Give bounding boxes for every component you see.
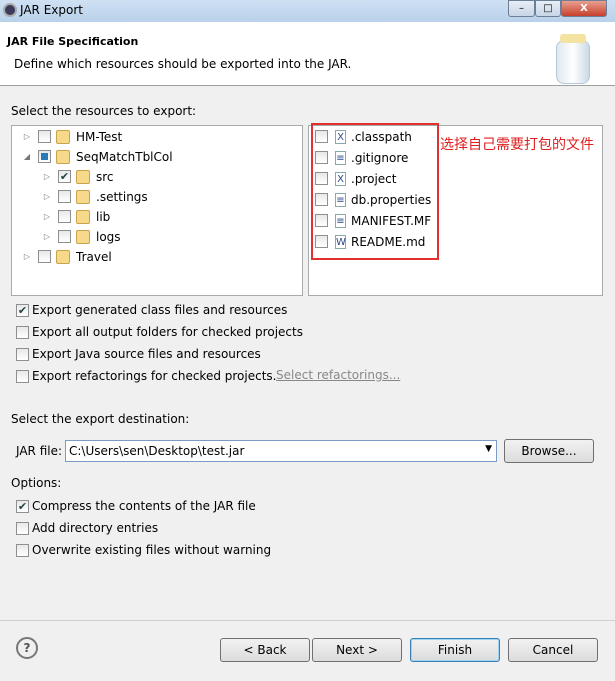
tree-item-checkbox[interactable]: ✔ [58, 170, 71, 183]
collapsed-arrow-icon[interactable]: ▷ [40, 170, 54, 184]
options-label: Options: [11, 476, 62, 490]
collapsed-arrow-icon[interactable]: ▷ [40, 210, 54, 224]
project-folder-icon [56, 150, 70, 164]
export-option-checkbox[interactable] [16, 348, 29, 361]
maximize-button[interactable]: □ [535, 0, 561, 17]
export-option-checkbox[interactable] [16, 370, 29, 383]
collapsed-arrow-icon[interactable]: ▷ [40, 230, 54, 244]
export-option-label: Export generated class files and resourc… [32, 303, 288, 317]
export-option-label: Export Java source files and resources [32, 347, 261, 361]
tree-item-checkbox[interactable] [38, 150, 51, 163]
tree-item-label: Travel [76, 250, 112, 264]
project-folder-icon [56, 250, 70, 264]
back-button[interactable]: < Back [220, 638, 310, 662]
tree-item-label: lib [96, 210, 111, 224]
wizard-header: JAR File Specification Define which reso… [0, 22, 615, 86]
chevron-down-icon[interactable]: ▼ [485, 444, 492, 454]
folder-icon [76, 230, 90, 244]
footer-separator [0, 620, 615, 621]
folder-icon [76, 170, 90, 184]
next-button[interactable]: Next > [312, 638, 402, 662]
page-description: Define which resources should be exporte… [14, 57, 352, 71]
collapsed-arrow-icon[interactable]: ▷ [40, 190, 54, 204]
select-refactorings-link[interactable]: Select refactorings... [276, 368, 400, 382]
jar-option-label: Compress the contents of the JAR file [32, 499, 256, 513]
jar-option-checkbox[interactable] [16, 544, 29, 557]
project-folder-icon [56, 130, 70, 144]
jar-file-label: JAR file: [16, 444, 63, 458]
tree-item-checkbox[interactable] [58, 230, 71, 243]
jar-icon [556, 40, 590, 84]
page-title: JAR File Specification [7, 35, 139, 48]
tree-item-checkbox[interactable] [58, 210, 71, 223]
collapsed-arrow-icon[interactable]: ▷ [20, 130, 34, 144]
cancel-button[interactable]: Cancel [508, 638, 598, 662]
eclipse-icon [3, 3, 17, 17]
minimize-button[interactable]: – [508, 0, 535, 17]
resources-label: Select the resources to export: [11, 104, 197, 118]
jar-option-checkbox[interactable] [16, 522, 29, 535]
tree-item-checkbox[interactable] [38, 250, 51, 263]
jar-option-checkbox[interactable]: ✔ [16, 500, 29, 513]
jar-option-label: Overwrite existing files without warning [32, 543, 272, 557]
browse-button[interactable]: Browse... [504, 439, 594, 463]
export-option-checkbox[interactable] [16, 326, 29, 339]
jar-option-label: Add directory entries [32, 521, 159, 535]
folder-icon [76, 210, 90, 224]
destination-label: Select the export destination: [11, 412, 190, 426]
expanded-arrow-icon[interactable]: ◢ [20, 150, 34, 164]
collapsed-arrow-icon[interactable]: ▷ [20, 250, 34, 264]
folder-icon [76, 190, 90, 204]
title-bar: JAR Export – □ X [0, 0, 615, 22]
tree-item-label: .settings [96, 190, 148, 204]
annotation-box [311, 123, 439, 260]
finish-button[interactable]: Finish [410, 638, 500, 662]
export-option-label: Export all output folders for checked pr… [32, 325, 303, 339]
export-option-checkbox[interactable]: ✔ [16, 304, 29, 317]
window-title: JAR Export [20, 3, 83, 17]
tree-item-checkbox[interactable] [38, 130, 51, 143]
tree-item-label: src [96, 170, 114, 184]
jar-lid-icon [560, 34, 586, 43]
help-button[interactable]: ? [16, 637, 38, 659]
tree-item-checkbox[interactable] [58, 190, 71, 203]
export-option-label: Export refactorings for checked projects… [32, 369, 277, 383]
tree-item-label: logs [96, 230, 121, 244]
tree-item-label: SeqMatchTblCol [76, 150, 173, 164]
close-button[interactable]: X [561, 0, 607, 17]
annotation-text: 选择自己需要打包的文件 [440, 137, 594, 153]
jar-file-input[interactable]: C:\Users\sen\Desktop\test.jar [69, 444, 244, 458]
tree-item-label: HM-Test [76, 130, 123, 144]
jar-file-combo[interactable]: C:\Users\sen\Desktop\test.jar ▼ [65, 440, 497, 462]
